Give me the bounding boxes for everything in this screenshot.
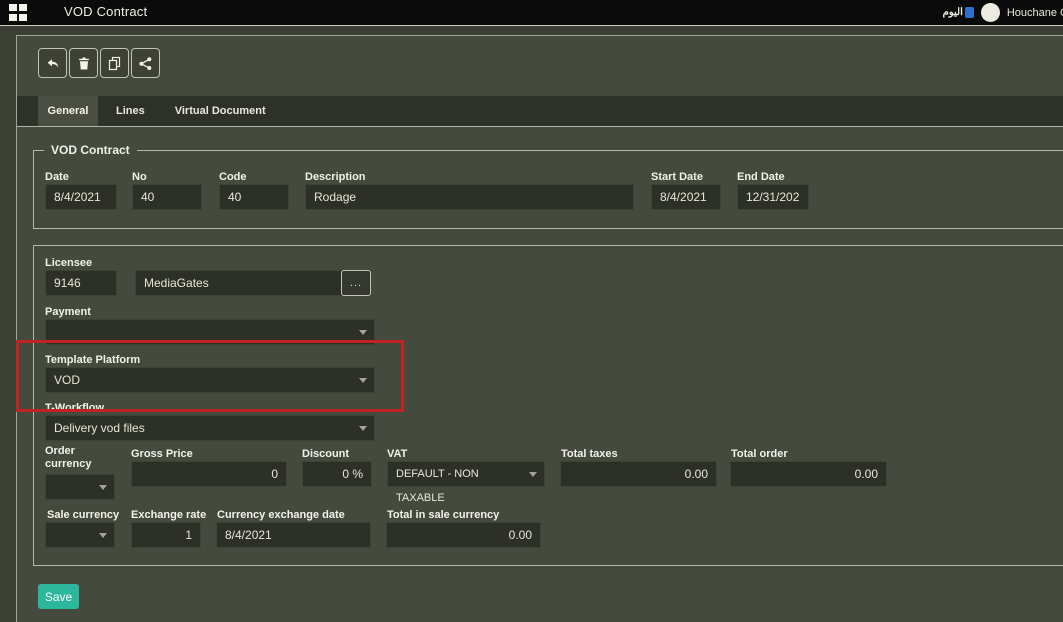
- total-in-sale-currency-label: Total in sale currency: [387, 509, 499, 521]
- topbar-right: اليوم Houchane C: [943, 0, 1063, 25]
- date-input[interactable]: [45, 184, 117, 210]
- tab-lines[interactable]: Lines: [113, 96, 148, 126]
- t-workflow-label: T-Workflow: [45, 402, 104, 414]
- end-date-input[interactable]: [737, 184, 809, 210]
- delete-button[interactable]: [69, 48, 98, 78]
- order-currency-label: Order currency: [45, 445, 107, 471]
- payment-select[interactable]: [45, 319, 375, 345]
- chevron-down-icon: [529, 472, 537, 477]
- licensee-label: Licensee: [45, 257, 92, 269]
- app-launcher-grid-icon[interactable]: [9, 4, 27, 21]
- payment-label: Payment: [45, 306, 91, 318]
- licensee-name-input[interactable]: [135, 270, 345, 296]
- chevron-down-icon: [359, 426, 367, 431]
- vat-select[interactable]: DEFAULT - NON TAXABLE: [387, 461, 545, 487]
- brand-logo: اليوم: [943, 7, 974, 18]
- share-button[interactable]: [131, 48, 160, 78]
- sale-currency-label: Sale currency: [47, 509, 119, 521]
- code-input[interactable]: [219, 184, 289, 210]
- template-platform-select-value: VOD: [54, 373, 80, 387]
- template-platform-label: Template Platform: [45, 354, 140, 366]
- share-icon: [138, 56, 153, 71]
- description-input[interactable]: [305, 184, 634, 210]
- exchange-rate-input[interactable]: [131, 522, 201, 548]
- total-order-label: Total order: [731, 448, 788, 460]
- user-avatar[interactable]: [981, 3, 1000, 22]
- currency-exchange-date-input[interactable]: [216, 522, 371, 548]
- gross-price-label: Gross Price: [131, 448, 193, 460]
- vat-label: VAT: [387, 448, 407, 460]
- vod-contract-legend: VOD Contract: [44, 143, 137, 157]
- save-button[interactable]: Save: [38, 584, 79, 609]
- t-workflow-select-value: Delivery vod files: [54, 421, 145, 435]
- copy-icon: [107, 56, 122, 71]
- licensee-code-input[interactable]: [45, 270, 117, 296]
- description-label: Description: [305, 171, 366, 183]
- total-taxes-input[interactable]: [560, 461, 717, 487]
- no-input[interactable]: [132, 184, 202, 210]
- order-currency-select[interactable]: [45, 474, 115, 500]
- trash-icon: [77, 56, 91, 71]
- date-label: Date: [45, 171, 69, 183]
- discount-input[interactable]: [302, 461, 372, 487]
- chevron-down-icon: [359, 330, 367, 335]
- currency-exchange-date-label: Currency exchange date: [217, 509, 345, 521]
- tab-general[interactable]: General: [38, 96, 98, 126]
- tab-bar: General Lines Virtual Document: [17, 96, 1063, 127]
- undo-icon: [45, 56, 60, 71]
- template-platform-select[interactable]: VOD: [45, 367, 375, 393]
- tab-virtual-document[interactable]: Virtual Document: [172, 96, 269, 126]
- code-label: Code: [219, 171, 247, 183]
- end-date-label: End Date: [737, 171, 785, 183]
- record-toolbar: [38, 48, 160, 78]
- chevron-down-icon: [359, 378, 367, 383]
- t-workflow-select[interactable]: Delivery vod files: [45, 415, 375, 441]
- discount-label: Discount: [302, 448, 349, 460]
- brand-logo-icon: [965, 7, 974, 18]
- topbar: VOD Contract اليوم Houchane C: [0, 0, 1063, 26]
- no-label: No: [132, 171, 147, 183]
- total-order-input[interactable]: [730, 461, 887, 487]
- total-in-sale-currency-input[interactable]: [386, 522, 541, 548]
- start-date-label: Start Date: [651, 171, 703, 183]
- licensee-browse-button[interactable]: ...: [341, 270, 371, 296]
- copy-button[interactable]: [100, 48, 129, 78]
- undo-button[interactable]: [38, 48, 67, 78]
- total-taxes-label: Total taxes: [561, 448, 618, 460]
- gross-price-input[interactable]: [131, 461, 287, 487]
- start-date-input[interactable]: [651, 184, 721, 210]
- chevron-down-icon: [99, 533, 107, 538]
- chevron-down-icon: [99, 485, 107, 490]
- user-name[interactable]: Houchane C: [1007, 7, 1063, 19]
- page-title: VOD Contract: [64, 4, 147, 19]
- exchange-rate-label: Exchange rate: [131, 509, 206, 521]
- brand-logo-text: اليوم: [943, 7, 963, 18]
- sale-currency-select[interactable]: [45, 522, 115, 548]
